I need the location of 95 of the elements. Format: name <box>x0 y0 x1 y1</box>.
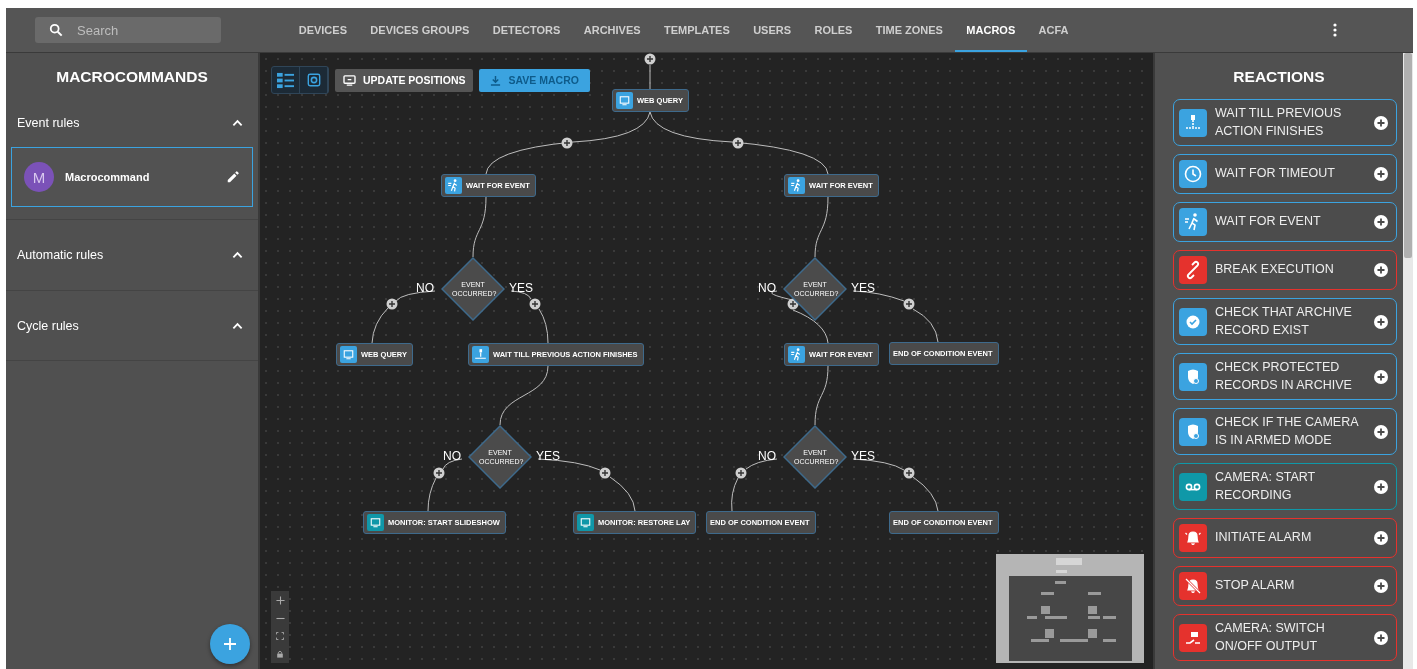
avatar: M <box>24 162 54 192</box>
add-reaction-button[interactable] <box>1374 479 1388 494</box>
monitor-icon <box>340 346 357 363</box>
running-person-icon <box>445 177 462 194</box>
reaction-card[interactable]: WAIT FOR TIMEOUT <box>1173 154 1397 194</box>
connector-line <box>499 365 549 426</box>
chevron-up-icon <box>232 251 243 259</box>
nav-tab[interactable]: DEVICES <box>287 8 359 52</box>
reaction-card[interactable]: WAIT FOR EVENT <box>1173 202 1397 242</box>
add-reaction-button[interactable] <box>1374 424 1388 439</box>
nav-tab[interactable]: TIME ZONES <box>864 8 955 52</box>
connector-line <box>814 196 829 258</box>
plus-icon <box>275 595 285 605</box>
branch-label: NO <box>757 281 777 295</box>
reaction-card[interactable]: CAMERA: SWITCH ON/OFF OUTPUT <box>1173 614 1397 661</box>
add-step-button[interactable] <box>599 467 611 479</box>
list-icon <box>276 71 295 89</box>
timeout-icon <box>1179 160 1207 188</box>
add-step-button[interactable] <box>644 53 656 65</box>
nav-tab[interactable]: ARCHIVES <box>572 8 653 52</box>
section-header[interactable]: Cycle rules <box>6 291 258 360</box>
panel-title: MACROCOMMANDS <box>55 67 209 87</box>
running-person-icon <box>788 346 805 363</box>
add-reaction-button[interactable] <box>1374 630 1388 645</box>
plus-icon <box>223 637 237 651</box>
macro-name: Macrocommand <box>65 171 151 183</box>
add-step-button[interactable] <box>433 467 445 479</box>
branch-label: NO <box>415 281 435 295</box>
branch-label: YES <box>508 281 534 295</box>
connector-line <box>814 365 829 426</box>
connector-line <box>371 290 436 344</box>
section-header[interactable]: Event rules <box>6 99 258 147</box>
macro-item[interactable]: M Macrocommand <box>11 147 253 207</box>
more-vertical-icon <box>1333 23 1337 37</box>
add-reaction-button[interactable] <box>1374 115 1388 130</box>
add-reaction-button[interactable] <box>1374 369 1388 384</box>
pencil-icon[interactable] <box>226 170 240 184</box>
add-reaction-button[interactable] <box>1374 167 1388 181</box>
nav-tab[interactable]: DETECTORS <box>481 8 573 52</box>
add-step-button[interactable] <box>903 467 915 479</box>
add-reaction-button[interactable] <box>1374 314 1388 329</box>
settings-icon <box>306 73 321 87</box>
reaction-card[interactable]: CHECK IF THE CAMERA IS IN ARMED MODE <box>1173 408 1397 455</box>
add-reaction-button[interactable] <box>1374 531 1388 545</box>
refresh-screen-icon <box>343 74 356 86</box>
branch-label: NO <box>442 449 462 463</box>
connector-line <box>731 458 778 512</box>
connector-line <box>649 64 651 90</box>
break-icon <box>1179 256 1207 284</box>
branch-label: YES <box>850 281 876 295</box>
update-positions-button[interactable]: UPDATE POSITIONS <box>335 68 474 92</box>
nav-tab[interactable]: TEMPLATES <box>652 8 742 52</box>
reaction-card[interactable]: CHECK THAT ARCHIVE RECORD EXIST <box>1173 298 1397 345</box>
reaction-card[interactable]: BREAK EXECUTION <box>1173 250 1397 290</box>
connector-line <box>510 290 549 344</box>
add-reaction-button[interactable] <box>1374 579 1388 593</box>
reaction-card[interactable]: CHECK PROTECTED RECORDS IN ARCHIVE <box>1173 353 1397 400</box>
nav-tab[interactable]: DEVICES GROUPS <box>358 8 482 52</box>
chevron-up-icon <box>232 321 243 330</box>
reaction-card[interactable]: STOP ALARM <box>1173 566 1397 606</box>
output-icon <box>1179 623 1207 652</box>
recording-icon <box>1179 472 1207 501</box>
lock-icon <box>276 650 284 658</box>
nav-tab[interactable]: ACFA <box>1026 8 1081 52</box>
add-step-button[interactable] <box>732 137 744 149</box>
add-reaction-button[interactable] <box>1374 215 1388 229</box>
add-button[interactable] <box>210 624 250 664</box>
flow-step-icon <box>472 346 489 363</box>
download-icon <box>490 74 502 86</box>
add-reaction-button[interactable] <box>1374 263 1388 277</box>
add-step-button[interactable] <box>386 298 398 310</box>
section-header[interactable]: Automatic rules <box>6 220 258 290</box>
chevron-up-icon <box>232 119 243 127</box>
branch-label: YES <box>850 449 876 463</box>
reaction-card[interactable]: CAMERA: START RECORDING <box>1173 463 1397 510</box>
add-step-button[interactable] <box>903 298 915 310</box>
reaction-card[interactable]: WAIT TILL PREVIOUS ACTION FINISHES <box>1173 99 1397 146</box>
running-person-icon <box>788 177 805 194</box>
add-step-button[interactable] <box>735 467 747 479</box>
connector-line <box>427 458 463 512</box>
branch-label: YES <box>535 449 561 463</box>
branch-label: NO <box>757 449 777 463</box>
search-field[interactable]: Search <box>35 17 221 43</box>
nav-tab[interactable]: USERS <box>741 8 803 52</box>
fit-view-icon <box>276 632 284 640</box>
scrollbar[interactable] <box>1403 53 1413 669</box>
add-step-button[interactable] <box>561 137 573 149</box>
connector-line <box>472 196 487 258</box>
panel-title: REACTIONS <box>1232 67 1326 87</box>
nav-tab[interactable]: ROLES <box>802 8 865 52</box>
monitor-icon <box>616 92 633 109</box>
monitor-icon <box>367 514 384 531</box>
monitor-icon <box>577 514 594 531</box>
reaction-card[interactable]: INITIATE ALARM <box>1173 518 1397 558</box>
add-step-button[interactable] <box>529 298 541 310</box>
